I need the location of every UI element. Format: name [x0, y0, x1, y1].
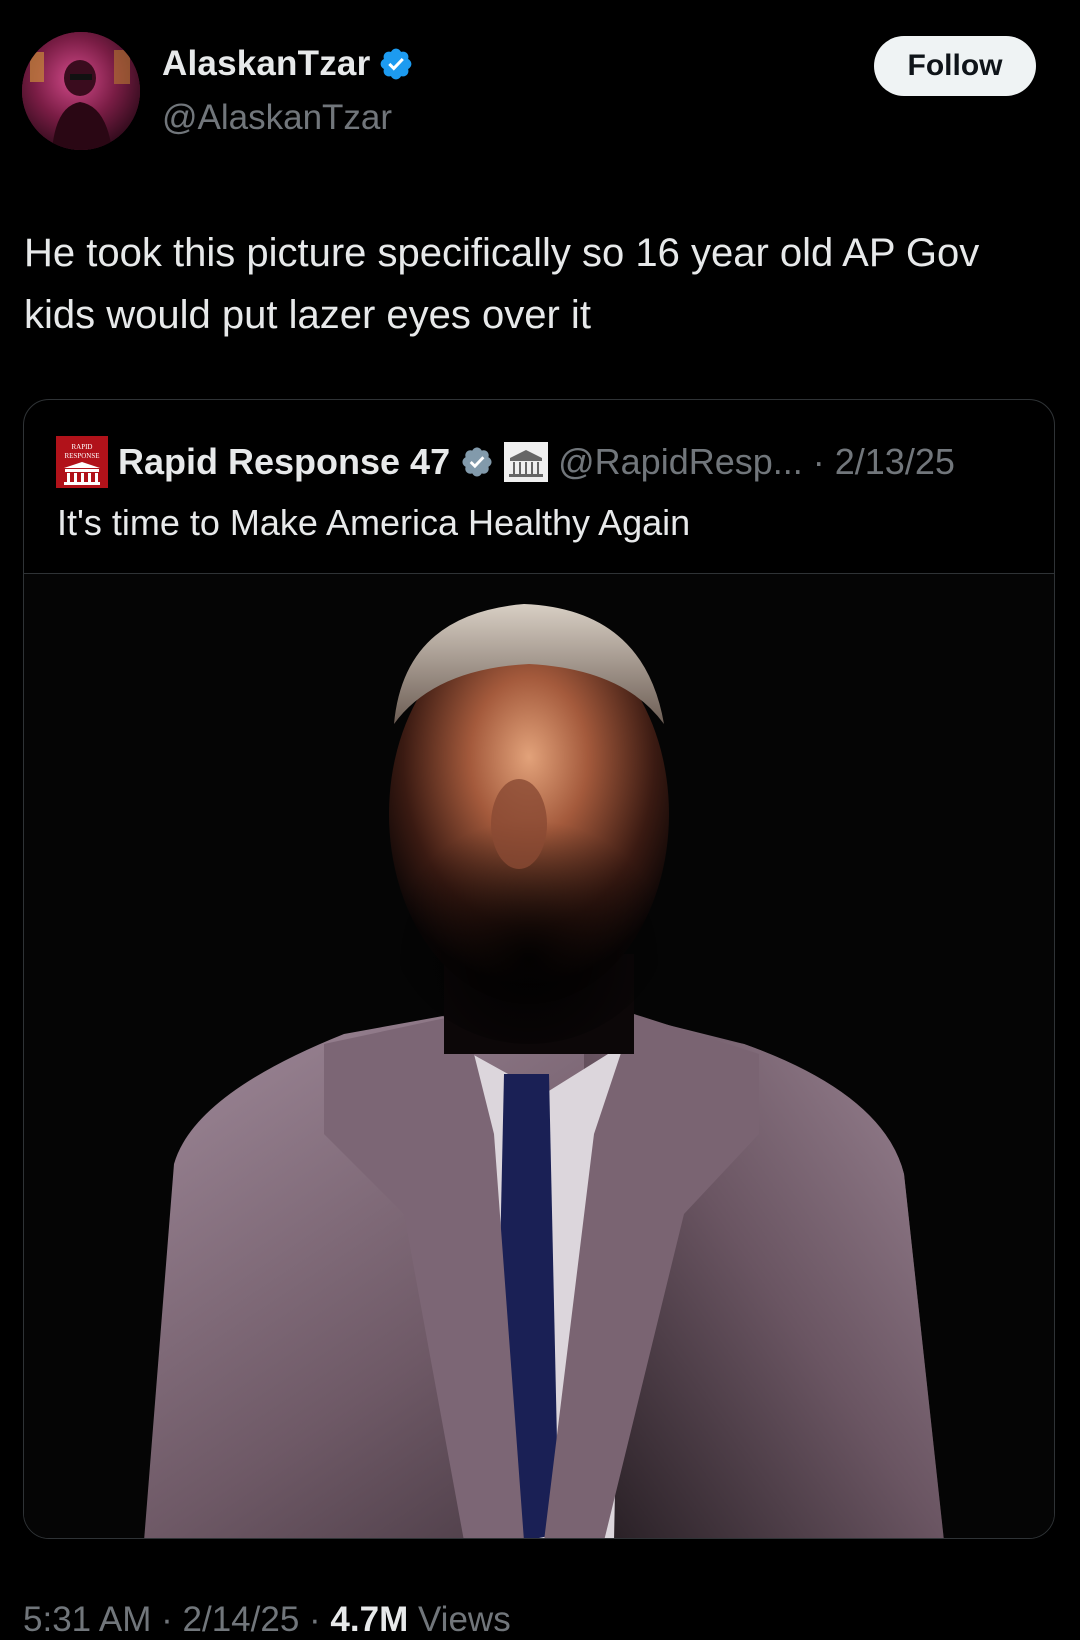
avatar-image [22, 32, 140, 150]
tweet-text: He took this picture specifically so 16 … [24, 231, 980, 337]
quoted-tweet-card[interactable]: RAPID RESPONSE Rapid Response 47 @RapidR… [23, 399, 1055, 1539]
separator-dot: · [812, 441, 825, 482]
views-count[interactable]: 4.7M [330, 1600, 408, 1639]
follow-button[interactable]: Follow [874, 36, 1036, 96]
tweet-meta-row: 5:31 AM · 2/14/25 · 4.7M Views [23, 1600, 511, 1640]
quoted-display-name[interactable]: Rapid Response 47 [118, 441, 450, 483]
avatar[interactable] [22, 32, 140, 150]
author-display-name[interactable]: AlaskanTzar [162, 44, 370, 84]
verified-badge-icon[interactable] [378, 46, 414, 82]
white-house-affiliate-icon[interactable] [504, 442, 549, 482]
quoted-date[interactable]: 2/13/25 [835, 441, 955, 483]
author-name-row: AlaskanTzar [162, 44, 414, 84]
tweet-time[interactable]: 5:31 AM [23, 1600, 151, 1639]
views-label: Views [408, 1600, 511, 1639]
quoted-media-image[interactable] [24, 573, 1054, 1538]
tweet-header: AlaskanTzar @AlaskanTzar Follow [0, 0, 1080, 170]
rapid-response-logo-icon[interactable]: RAPID RESPONSE [56, 436, 108, 488]
separator-dot: · [151, 1600, 183, 1639]
portrait-photo [24, 574, 1054, 1538]
separator-dot: · [299, 1600, 331, 1639]
svg-text:RESPONSE: RESPONSE [64, 452, 99, 460]
quoted-tweet-header: RAPID RESPONSE Rapid Response 47 @RapidR… [56, 436, 955, 488]
quoted-handle[interactable]: @RapidResp... [558, 441, 803, 483]
gray-verified-badge-icon[interactable] [460, 445, 494, 479]
quoted-tweet-text: It's time to Make America Healthy Again [57, 502, 691, 543]
author-handle[interactable]: @AlaskanTzar [162, 98, 392, 138]
svg-text:RAPID: RAPID [71, 443, 92, 451]
tweet-date[interactable]: 2/14/25 [183, 1600, 300, 1639]
